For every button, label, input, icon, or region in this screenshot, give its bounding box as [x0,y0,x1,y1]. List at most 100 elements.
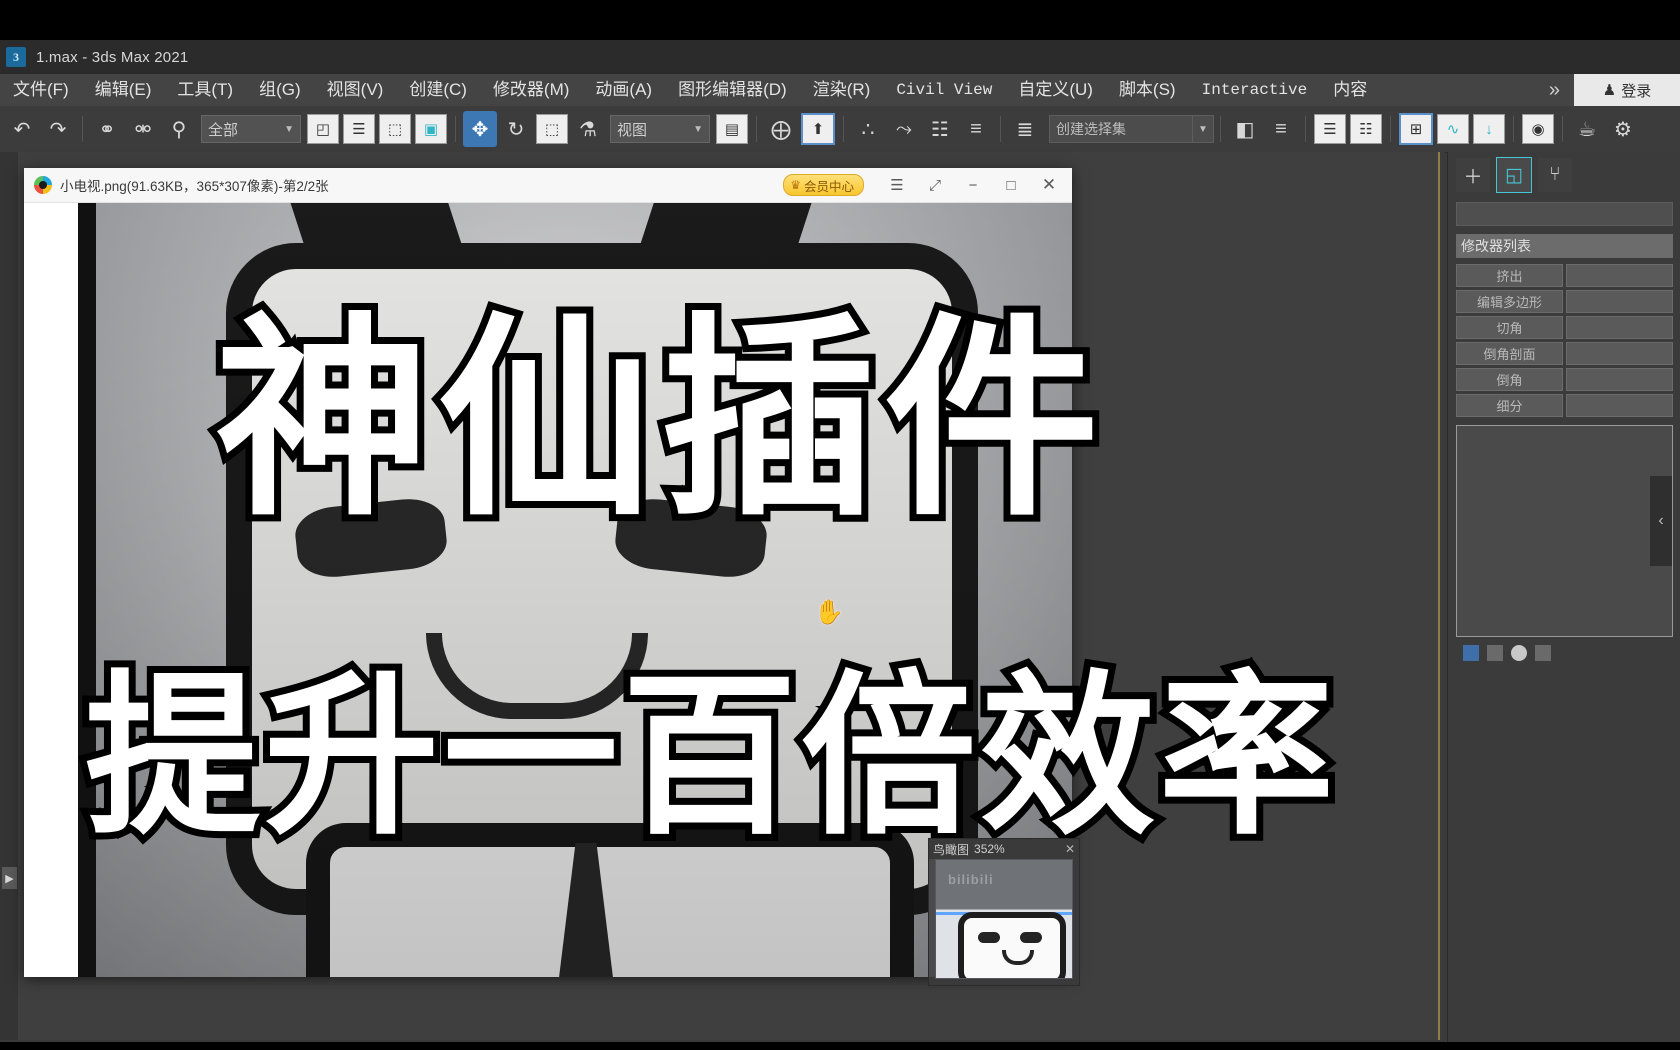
viewport-next-icon[interactable]: ▶ [2,867,17,889]
menu-item-civil-view[interactable]: Civil View [883,74,1005,106]
remove-modifier-icon[interactable] [1535,645,1551,661]
navigator-close-icon[interactable]: ✕ [1065,842,1075,856]
menu-bar: 文件(F) 编辑(E) 工具(T) 组(G) 视图(V) 创建(C) 修改器(M… [0,74,1680,107]
select-by-name-icon[interactable]: ☰ [343,114,375,144]
object-name-input[interactable] [1456,202,1673,226]
modifier-button-chamfer[interactable]: 切角 [1456,316,1563,339]
make-unique-icon[interactable] [1511,645,1527,661]
navigator-panel[interactable]: 鸟瞰图 352% ✕ bilibili [928,838,1080,986]
toolbar-separator [1513,116,1514,142]
select-and-move-icon[interactable]: ✥ [463,111,497,147]
modifier-button-slot-6[interactable] [1566,316,1673,339]
modifier-button-bevel-profile[interactable]: 倒角剖面 [1456,342,1563,365]
pin-stack-icon[interactable] [1463,645,1479,661]
redo-icon[interactable]: ↷ [41,111,75,147]
import-icon[interactable]: ↓ [1473,114,1505,144]
panel-collapse-icon[interactable]: ‹ [1650,476,1672,566]
selection-filter-value: 全部 [208,121,239,139]
menu-item-animation[interactable]: 动画(A) [582,74,665,106]
unlink-selection-icon[interactable]: ⚮ [126,111,160,147]
render-production-icon[interactable]: ☕ [1570,111,1604,147]
menu-item-file[interactable]: 文件(F) [0,74,82,106]
navigator-header: 鸟瞰图 352% ✕ [929,839,1079,859]
render-setup-icon[interactable]: ◉ [1522,114,1554,144]
modifier-button-bevel[interactable]: 倒角 [1456,368,1563,391]
menu-item-views[interactable]: 视图(V) [314,74,397,106]
vip-center-button[interactable]: ♛ 会员中心 [783,174,864,196]
toolbar-separator [756,116,757,142]
use-pivot-point-center-icon[interactable]: ▤ [716,114,748,144]
menu-item-rendering[interactable]: 渲染(R) [800,74,884,106]
snaps-toggle-icon[interactable]: ⨁ [764,111,798,147]
modifier-stack-list[interactable]: ‹ [1456,425,1673,661]
modifier-button-slot-12[interactable] [1566,394,1673,417]
menu-item-tools[interactable]: 工具(T) [164,74,246,106]
undo-icon[interactable]: ↶ [5,111,39,147]
hierarchy-tab-icon[interactable]: ⑂ [1538,158,1572,192]
quick-align-icon[interactable]: ⤳ [887,111,921,147]
mirror-tool-icon[interactable]: ◧ [1228,111,1262,147]
scene-explorer-icon[interactable]: ☰ [1314,114,1346,144]
align-tool-icon[interactable]: ≡ [1264,111,1298,147]
bind-to-space-warp-icon[interactable]: ⚲ [162,111,196,147]
modifier-button-slot-8[interactable] [1566,342,1673,365]
menu-icon[interactable]: ☰ [878,170,916,200]
modifier-button-slot-10[interactable] [1566,368,1673,391]
menu-item-create[interactable]: 创建(C) [396,74,480,106]
modifier-button-edit-poly[interactable]: 编辑多边形 [1456,290,1563,313]
slate-material-editor-icon[interactable]: ⊞ [1399,113,1433,145]
layer-explorer-icon[interactable]: ☷ [1350,114,1382,144]
sign-in-button[interactable]: ♟ 登录 [1574,74,1680,106]
named-selection-sets-chevron-down-icon[interactable]: ▼ [1193,115,1214,143]
menu-item-scripting[interactable]: 脚本(S) [1106,74,1189,106]
menu-item-customize[interactable]: 自定义(U) [1005,74,1106,106]
maximize-icon[interactable]: □ [992,170,1030,200]
image-left-margin [24,203,78,977]
modifier-button-slot-4[interactable] [1566,290,1673,313]
modifier-button-extrude[interactable]: 挤出 [1456,264,1563,287]
menu-item-content[interactable]: 内容 [1320,74,1380,106]
navigator-scrollbar[interactable] [929,859,935,977]
minimize-icon[interactable]: − [954,170,992,200]
modify-tab-icon[interactable]: ◱ [1496,157,1532,193]
menu-item-group[interactable]: 组(G) [246,74,314,106]
select-and-link-icon[interactable]: ⚭ [90,111,124,147]
select-and-scale-icon[interactable]: ⬚ [536,114,568,144]
show-end-result-icon[interactable] [1487,645,1503,661]
rectangular-selection-region-icon[interactable]: ⬚ [379,114,411,144]
navigator-thumbnail[interactable]: bilibili [935,859,1073,979]
named-selection-sets-input[interactable]: 创建选择集 [1049,115,1193,143]
spacing-tool-icon[interactable]: ☷ [923,111,957,147]
window-crossing-icon[interactable]: ▣ [415,114,447,144]
mirror-icon[interactable]: ⬆ [801,113,835,145]
menu-overflow-icon[interactable]: » [1535,74,1574,106]
manage-layers-icon[interactable]: ≣ [1008,111,1042,147]
menu-item-graph-editors[interactable]: 图形编辑器(D) [665,74,800,106]
normal-align-icon[interactable]: ≡ [959,111,993,147]
toolbar-separator [1305,116,1306,142]
align-icon[interactable]: ∴ [851,111,885,147]
curve-editor-icon[interactable]: ∿ [1437,114,1469,144]
image-viewer-titlebar: 小电视.png(91.63KB，365*307像素)-第2/2张 ♛ 会员中心 … [24,168,1072,203]
fullscreen-icon[interactable]: ⤢ [916,170,954,200]
caption-line-1: 神仙插件 [208,287,1107,552]
navigator-thumb-logo: bilibili [948,872,994,887]
command-panel-tabs: ＋ ◱ ⑂ [1448,152,1680,198]
command-panel: ＋ ◱ ⑂ 修改器列表 挤出 编辑多边形 切角 倒角剖面 倒角 细分 ‹ [1447,152,1680,1042]
select-and-place-icon[interactable]: ⚗ [571,111,605,147]
gear-icon[interactable]: ⚙ [1606,111,1640,147]
selection-filter-combo[interactable]: 全部 ▼ [201,115,301,143]
menu-item-edit[interactable]: 编辑(E) [82,74,165,106]
modifier-button-subdivide[interactable]: 细分 [1456,394,1563,417]
select-and-rotate-icon[interactable]: ↻ [499,111,533,147]
close-icon[interactable]: ✕ [1030,170,1068,200]
menu-item-interactive[interactable]: Interactive [1189,74,1321,106]
toolbar-separator [1390,116,1391,142]
reference-coordinate-system-combo[interactable]: 视图 ▼ [610,115,710,143]
modifier-button-slot-2[interactable] [1566,264,1673,287]
menu-item-modifiers[interactable]: 修改器(M) [480,74,582,106]
create-tab-icon[interactable]: ＋ [1456,158,1490,192]
vip-center-label: 会员中心 [803,179,854,194]
select-object-icon[interactable]: ◰ [307,114,339,144]
modifier-list-dropdown[interactable]: 修改器列表 [1456,234,1673,258]
